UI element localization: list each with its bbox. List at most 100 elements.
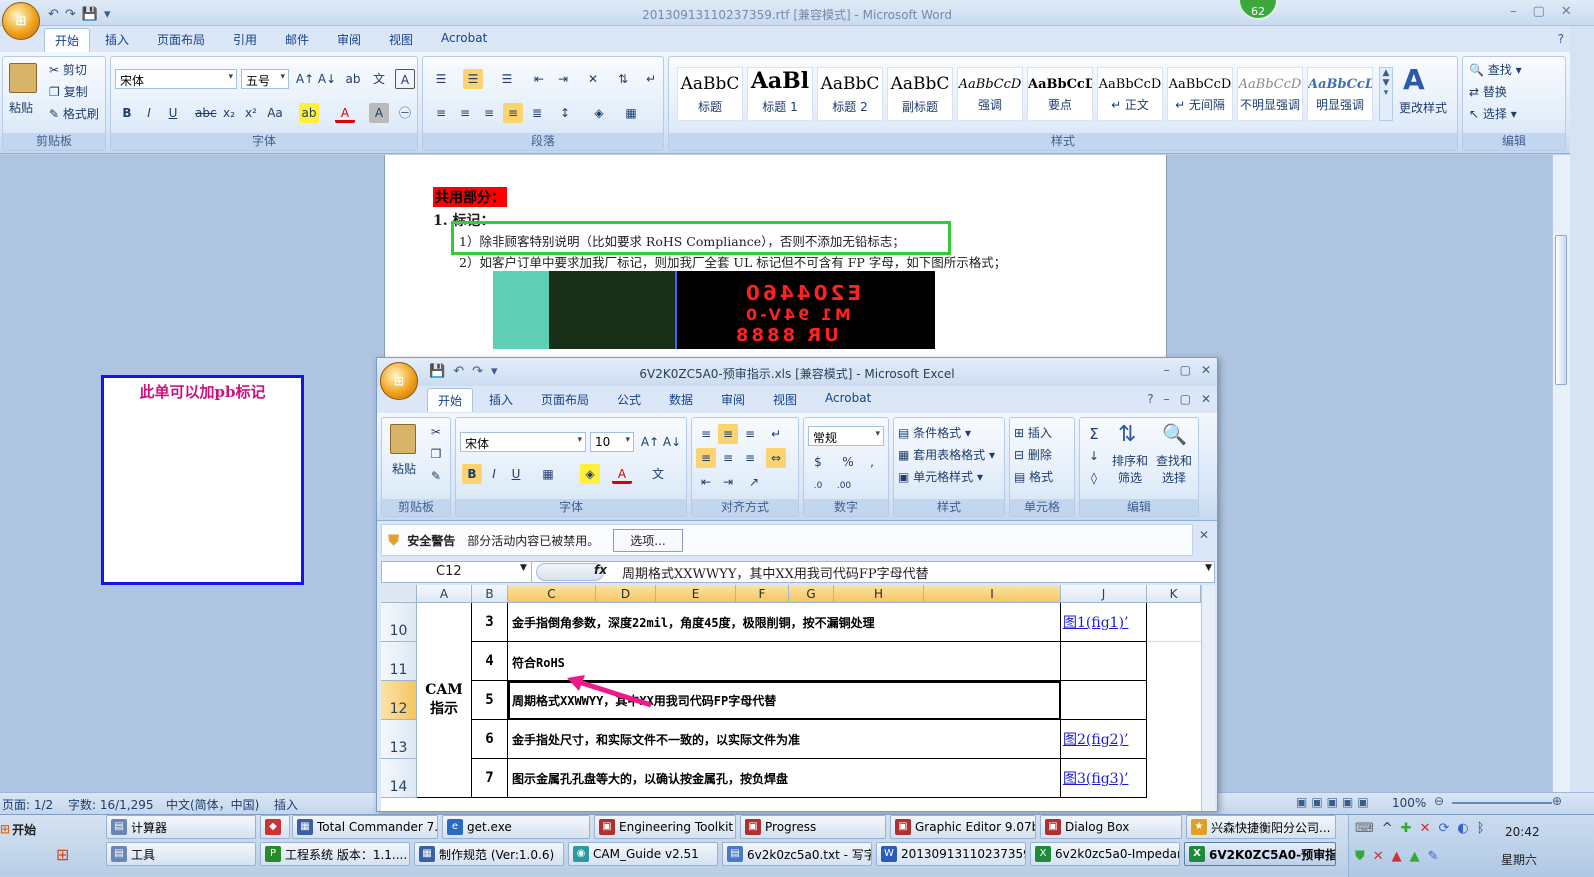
asian-layout-icon[interactable]: ✕ [583, 69, 603, 89]
underline-icon[interactable]: U [163, 103, 183, 123]
highlight-icon[interactable]: ab [299, 103, 319, 123]
align-right-icon[interactable]: ≡ [479, 103, 499, 123]
tab-acrobat[interactable]: Acrobat [825, 391, 871, 405]
style-title[interactable]: AaBbC 标题 [677, 67, 743, 121]
warning-close-icon[interactable]: ✕ [1199, 528, 1209, 542]
tool-x-icon[interactable]: ✕ [1420, 821, 1431, 836]
row-header[interactable]: 10 [381, 603, 417, 642]
increase-decimal-icon[interactable]: .0 [808, 476, 828, 496]
qat-dropdown-icon[interactable]: ▾ [104, 7, 111, 22]
style-heading1[interactable]: AaBl 标题 1 [747, 67, 813, 121]
column-header-b[interactable]: B [472, 585, 508, 603]
find-select-button[interactable]: 查找和 选择 [1156, 452, 1192, 486]
close-icon[interactable]: ✕ [1561, 4, 1572, 19]
taskbar-item[interactable]: ▣ Dialog Box [1040, 815, 1182, 839]
sort-icon[interactable]: ⇅ [613, 69, 633, 89]
merged-cell-a[interactable]: CAM 指示 [417, 603, 472, 798]
cell-instruction[interactable]: 金手指倒角参数，深度22mil，角度45度，极限削铜，按不漏铜处理 [508, 603, 1061, 642]
minimize-icon[interactable]: – [1164, 363, 1170, 377]
tab-page-layout[interactable]: 页面布局 [157, 31, 205, 48]
flag-icon[interactable]: ⊞ [56, 845, 69, 864]
number-format-combo[interactable]: 常规 [808, 426, 884, 446]
increase-indent-icon[interactable]: ⇥ [553, 69, 573, 89]
char-shading-icon[interactable]: A [369, 103, 389, 123]
tab-references[interactable]: 引用 [233, 31, 257, 48]
row-header[interactable]: 13 [381, 720, 417, 759]
tab-view[interactable]: 视图 [389, 31, 413, 48]
phonetic-icon[interactable]: 文 [369, 69, 389, 89]
clock-time[interactable]: 20:42 [1505, 825, 1540, 839]
distributed-icon[interactable]: ≣ [527, 103, 547, 123]
taskbar-item[interactable]: X 6v2k0zc5a0-Impedance... [1030, 842, 1180, 866]
numbering-icon[interactable]: ☰ [463, 69, 483, 89]
borders-icon[interactable]: ▦ [621, 103, 641, 123]
status-page[interactable]: 页面: 1/2 [2, 796, 53, 813]
status-mode[interactable]: 插入 [274, 796, 298, 813]
change-styles-button[interactable]: 更改样式 [1399, 99, 1447, 116]
grow-font-icon[interactable]: A↑ [295, 69, 315, 89]
fill-icon[interactable]: ↓ [1084, 446, 1104, 466]
name-box-dropdown-icon[interactable]: ▼ [520, 563, 527, 573]
style-subtle-emphasis[interactable]: AaBbCcD 不明显强调 [1237, 67, 1303, 121]
sort-filter-button[interactable]: 排序和 筛选 [1112, 452, 1148, 486]
help-icon[interactable]: ? [1147, 392, 1153, 406]
delete-cells-button[interactable]: ⊟ 删除 [1014, 446, 1052, 463]
sync-icon[interactable]: ⟳ [1438, 821, 1449, 836]
taskbar-item[interactable]: ▤ 计算器 [106, 815, 256, 839]
grow-font-icon[interactable]: A↑ [640, 432, 660, 452]
align-center-icon[interactable]: ≡ [455, 103, 475, 123]
merge-center-icon[interactable]: ⇔ [766, 448, 786, 468]
superscript-icon[interactable]: x² [241, 103, 261, 123]
change-styles-icon[interactable]: A [1403, 63, 1425, 96]
font-size-combo[interactable]: 10 [590, 432, 634, 452]
style-intense-emphasis[interactable]: AaBbCcD 明显强调 [1307, 67, 1373, 121]
underline-icon[interactable]: U [506, 464, 526, 484]
percent-icon[interactable]: % [838, 452, 858, 472]
format-painter-icon[interactable]: ✎ [426, 466, 446, 486]
multilevel-list-icon[interactable]: ☰ [497, 69, 517, 89]
clear-format-icon[interactable]: ab [343, 69, 363, 89]
tab-data[interactable]: 数据 [669, 391, 693, 408]
office-button[interactable]: ⊞ [2, 2, 40, 40]
column-header-j[interactable]: J [1061, 585, 1147, 603]
cell-index[interactable]: 6 [472, 720, 508, 759]
column-header-g[interactable]: G [789, 585, 834, 603]
row-header-selected[interactable]: 12 [381, 681, 417, 720]
align-top-icon[interactable]: ≡ [696, 424, 716, 444]
shrink-font-icon[interactable]: A↓ [317, 69, 337, 89]
status-language[interactable]: 中文(简体，中国) [166, 796, 259, 813]
align-right-icon[interactable]: ≡ [740, 448, 760, 468]
undo-icon[interactable]: ↶ [48, 7, 59, 22]
taskbar-item[interactable]: ▤ 6v2k0zc5a0.txt - 写字板 [722, 842, 872, 866]
style-strong[interactable]: AaBbCcD 要点 [1027, 67, 1093, 121]
antivirus-icon[interactable]: ✕ [1373, 849, 1384, 864]
zoom-level[interactable]: 100% [1392, 796, 1426, 810]
comma-icon[interactable]: , [862, 452, 882, 472]
fx-icon[interactable]: fx [594, 563, 607, 577]
tab-review[interactable]: 审阅 [721, 391, 745, 408]
word-vertical-scrollbar[interactable] [1552, 155, 1570, 792]
keyboard-icon[interactable]: ⌨ [1355, 821, 1374, 836]
bullets-icon[interactable]: ☰ [431, 69, 451, 89]
taskbar-item[interactable]: ▤ 工具 [106, 842, 256, 866]
align-bottom-icon[interactable]: ≡ [740, 424, 760, 444]
column-header-e[interactable]: E [656, 585, 736, 603]
taskbar-item[interactable]: e get.exe [442, 815, 590, 839]
styles-gallery-scroll[interactable]: ▲ ▼ ▾ [1379, 67, 1393, 121]
update-icon[interactable]: ▲ [1410, 849, 1420, 864]
row-header[interactable]: 11 [381, 642, 417, 681]
fill-color-icon[interactable]: ◈ [580, 464, 600, 484]
wrap-text-icon[interactable]: ↵ [766, 424, 786, 444]
column-header-k[interactable]: K [1147, 585, 1201, 603]
font-color-icon[interactable]: A [335, 103, 355, 123]
taskbar-item[interactable]: ★ 兴森快捷衡阳分公司... [1186, 815, 1336, 839]
decrease-indent-icon[interactable]: ⇤ [529, 69, 549, 89]
align-middle-icon[interactable]: ≡ [718, 424, 738, 444]
figure-cell-empty[interactable] [1061, 642, 1147, 681]
italic-icon[interactable]: I [484, 464, 504, 484]
excel-office-button[interactable]: ⊞ [380, 362, 418, 400]
minimize-icon[interactable]: – [1510, 4, 1517, 19]
cell-index[interactable]: 5 [472, 681, 508, 720]
font-name-combo[interactable]: 宋体 [115, 69, 237, 89]
excel-vertical-scrollbar[interactable] [1201, 585, 1215, 811]
